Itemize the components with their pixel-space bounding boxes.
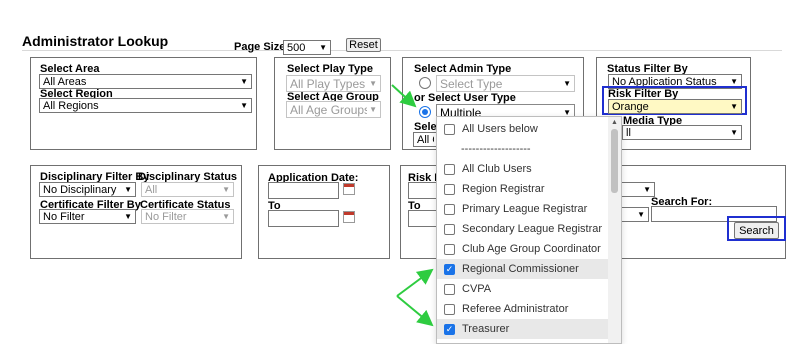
search-field-select-1[interactable]: ▼ (622, 182, 655, 197)
page-size-label: Page Size: (234, 41, 290, 53)
disciplinary-status-value: All (145, 183, 158, 196)
dropdown-option-label: Region Registrar (462, 183, 545, 195)
user-type-dropdown[interactable]: All Users below ------------------- All Cl… (436, 116, 622, 344)
user-type-radio[interactable] (419, 106, 431, 118)
chevron-down-icon: ▼ (637, 210, 645, 219)
radio-selected-dot (422, 109, 428, 115)
admin-type-label: Select Admin Type (414, 63, 512, 75)
dropdown-option-label: CVPA (462, 283, 492, 295)
dropdown-option[interactable]: Club Age Group Coordinator (437, 239, 609, 259)
dropdown-option-label: Referee Administrator (462, 303, 569, 315)
application-date-to-input[interactable] (268, 210, 339, 227)
play-type-value: All Play Types (290, 76, 366, 91)
arrow-to-treasurer (396, 295, 434, 327)
checkbox[interactable] (444, 223, 455, 235)
scroll-up-icon[interactable]: ▲ (611, 119, 618, 126)
risk-date-to-input[interactable] (408, 210, 437, 227)
disciplinary-status-select[interactable]: All ▼ (141, 182, 234, 197)
area-select[interactable]: All Areas ▼ (39, 74, 252, 89)
media-type-value: ll (626, 126, 631, 139)
arrow-to-regional-commissioner (396, 268, 434, 297)
disciplinary-filter-select[interactable]: No Disciplinary ▼ (39, 182, 136, 197)
dropdown-option-label: Primary League Registrar (462, 203, 588, 215)
checkbox[interactable]: ✓ (444, 263, 455, 275)
dropdown-option-label: Regional Commissioner (462, 263, 579, 275)
certificate-status-select[interactable]: No Filter ▼ (141, 209, 234, 224)
checkbox[interactable] (444, 123, 455, 135)
checkbox[interactable]: ✓ (444, 323, 455, 335)
risk-date-from-input[interactable] (408, 182, 437, 199)
application-date-from-input[interactable] (268, 182, 339, 199)
chevron-down-icon: ▼ (730, 102, 738, 111)
risk-filter-select[interactable]: Orange ▼ (608, 99, 742, 114)
dropdown-option[interactable]: Referee Administrator (437, 299, 609, 319)
checkbox[interactable] (444, 243, 455, 255)
title-divider (22, 50, 782, 51)
chevron-down-icon: ▼ (319, 43, 327, 52)
reset-button[interactable]: Reset (346, 38, 381, 52)
chevron-down-icon: ▼ (730, 77, 738, 86)
dropdown-option[interactable]: CVPA (437, 279, 609, 299)
media-type-select[interactable]: ll ▼ (622, 125, 742, 140)
scroll-thumb[interactable] (611, 129, 618, 193)
chevron-down-icon: ▼ (222, 212, 230, 221)
area-value: All Areas (43, 75, 87, 88)
dropdown-option[interactable]: ✓ Treasurer (437, 319, 609, 339)
chevron-down-icon: ▼ (124, 185, 132, 194)
disciplinary-filter-value: No Disciplinary (43, 183, 117, 196)
dropdown-option[interactable]: Primary League Registrar (437, 199, 609, 219)
partial-value: All C (417, 133, 434, 146)
risk-filter-value: Orange (612, 100, 649, 113)
chevron-down-icon: ▼ (240, 101, 248, 110)
chevron-down-icon: ▼ (124, 212, 132, 221)
search-field-select-2[interactable]: ▼ (622, 207, 649, 222)
page-size-select[interactable]: 500 ▼ (283, 40, 331, 55)
admin-type-radio[interactable] (419, 77, 431, 89)
page-title: Administrator Lookup (22, 33, 169, 49)
certificate-status-value: No Filter (145, 210, 187, 223)
search-button[interactable]: Search (734, 222, 779, 239)
dropdown-option-label: All Club Users (462, 163, 532, 175)
checkbox[interactable] (444, 183, 455, 195)
dropdown-option[interactable]: Region Registrar (437, 179, 609, 199)
admin-type-select[interactable]: Select Type ▼ (436, 75, 575, 92)
calendar-icon[interactable] (343, 183, 355, 195)
checkbox[interactable] (444, 163, 455, 175)
checkbox[interactable] (444, 283, 455, 295)
region-select[interactable]: All Regions ▼ (39, 98, 252, 113)
dropdown-option-label: ------------------- (461, 143, 531, 155)
dropdown-option-label: Secondary League Registrar (462, 223, 603, 235)
play-type-select[interactable]: All Play Types ▼ (286, 75, 381, 92)
age-group-value: All Age Groups (290, 102, 368, 117)
calendar-icon[interactable] (343, 211, 355, 223)
dropdown-option[interactable]: All Users below (437, 119, 609, 139)
checkbox[interactable] (444, 303, 455, 315)
checkbox[interactable] (444, 203, 455, 215)
chevron-down-icon: ▼ (369, 79, 377, 88)
page-size-value: 500 (287, 41, 306, 54)
dropdown-option[interactable]: ------------------- (437, 139, 609, 159)
age-group-select[interactable]: All Age Groups ▼ (286, 101, 381, 118)
dropdown-scrollbar[interactable]: ▲ (608, 117, 621, 343)
chevron-down-icon: ▼ (240, 77, 248, 86)
region-value: All Regions (43, 99, 99, 112)
certificate-filter-select[interactable]: No Filter ▼ (39, 209, 136, 224)
chevron-down-icon: ▼ (563, 79, 571, 88)
dropdown-option-label: All Users below (462, 123, 538, 135)
admin-type-value: Select Type (440, 76, 503, 91)
chevron-down-icon: ▼ (222, 185, 230, 194)
play-type-label: Select Play Type (287, 63, 374, 75)
dropdown-option-label: Club Age Group Coordinator (462, 243, 601, 255)
dropdown-option[interactable]: Secondary League Registrar (437, 219, 609, 239)
dropdown-option[interactable]: ✓ Regional Commissioner (437, 259, 609, 279)
user-type-label: or Select User Type (414, 92, 516, 104)
chevron-down-icon: ▼ (730, 128, 738, 137)
certificate-filter-value: No Filter (43, 210, 85, 223)
dropdown-option-label: Treasurer (462, 323, 510, 335)
chevron-down-icon: ▼ (369, 105, 377, 114)
dropdown-option[interactable]: All Club Users (437, 159, 609, 179)
chevron-down-icon: ▼ (643, 185, 651, 194)
partial-select[interactable]: All C (413, 132, 437, 147)
